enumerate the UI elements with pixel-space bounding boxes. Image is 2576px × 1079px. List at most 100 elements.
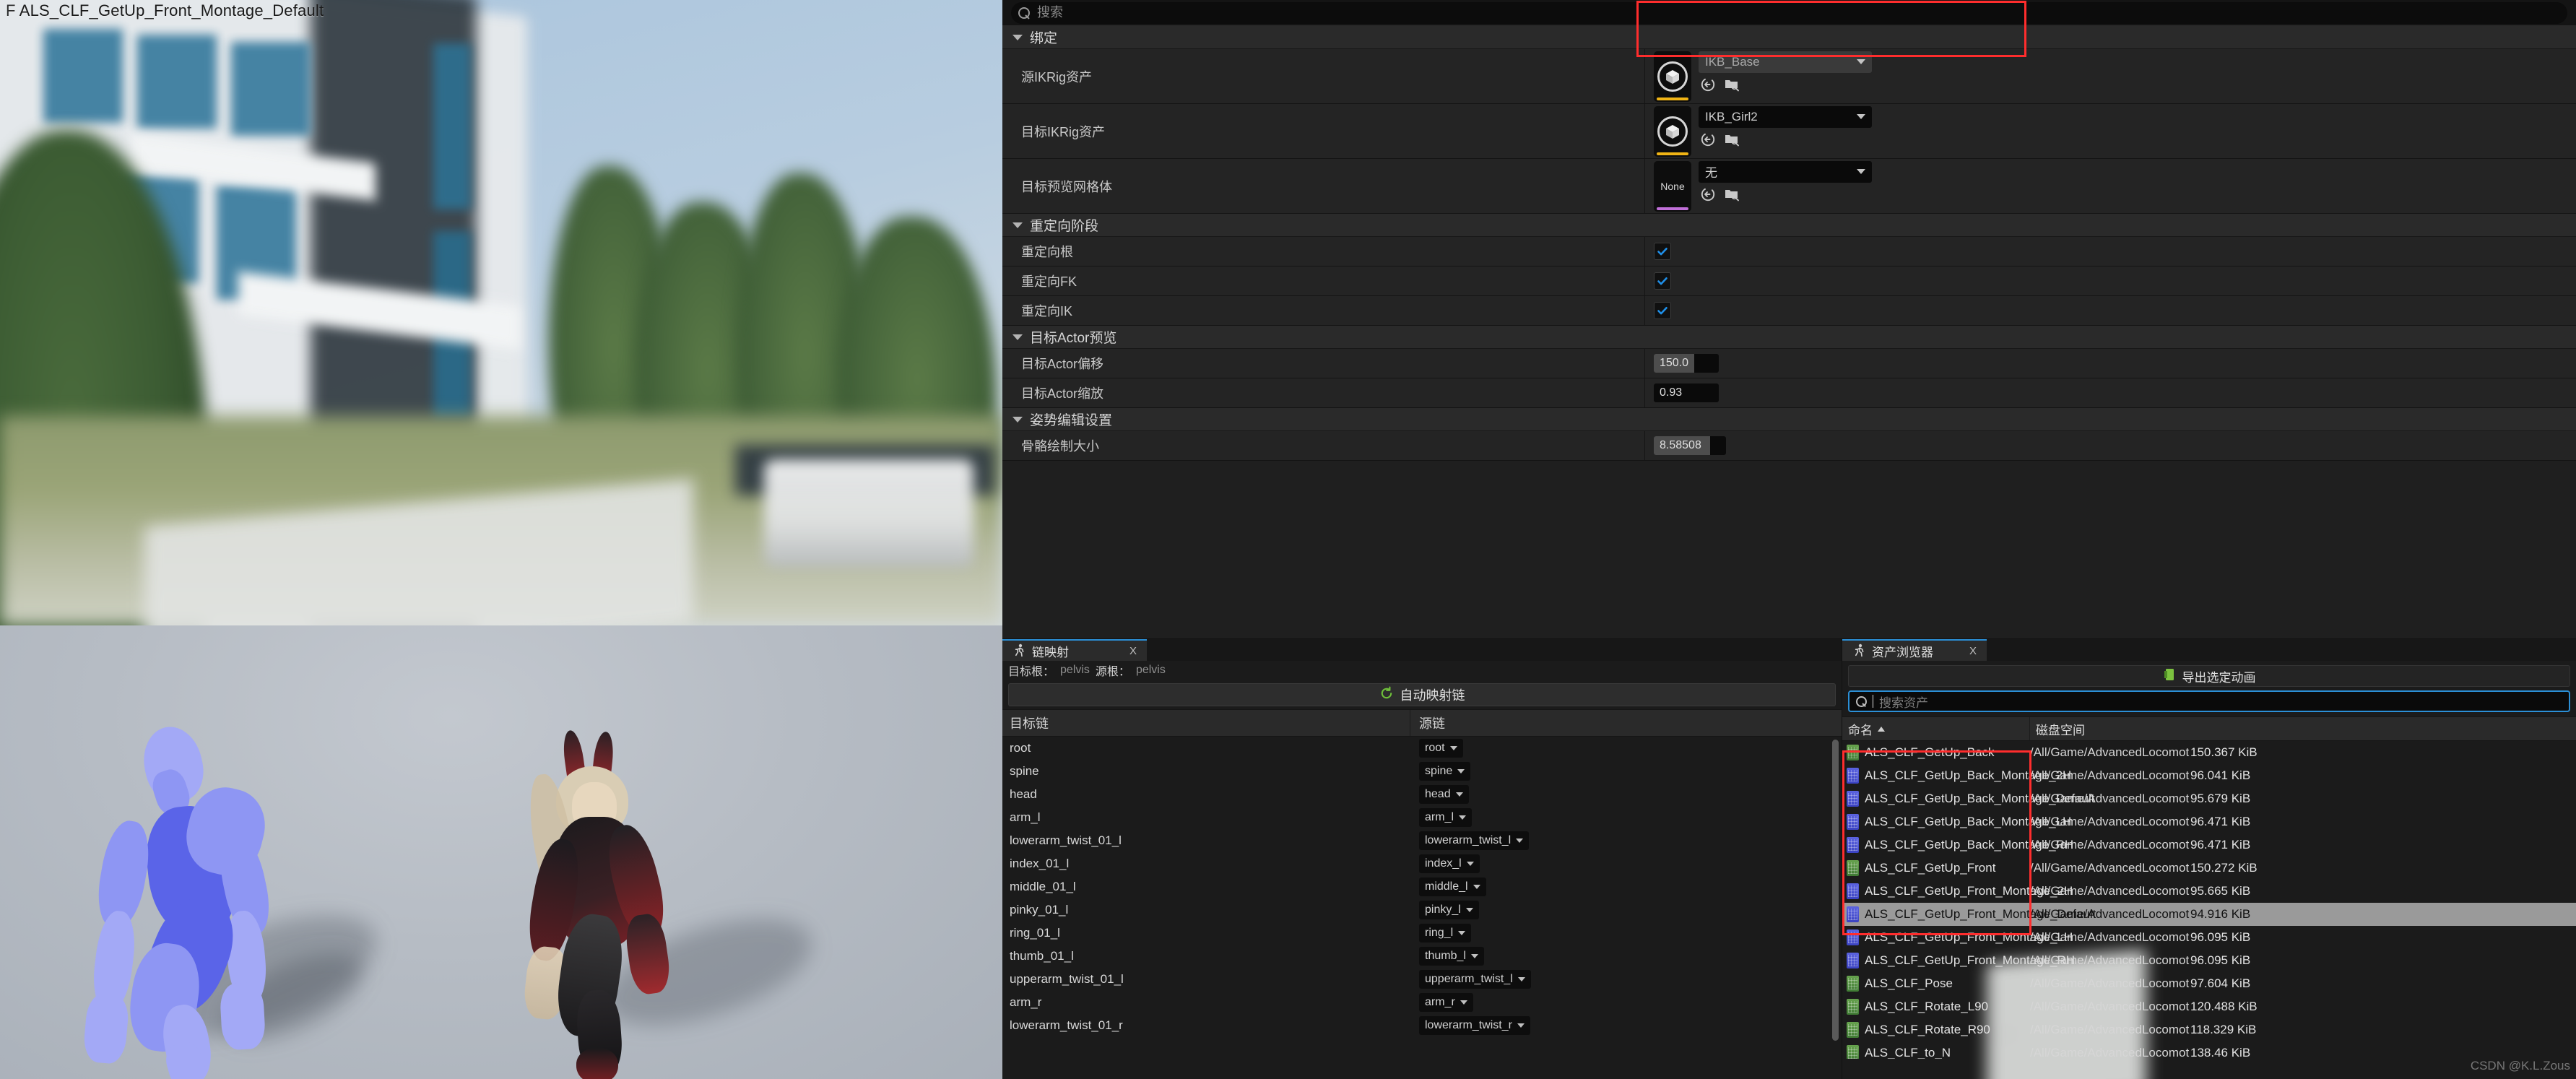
chain-map-row[interactable]: pinky_01_l pinky_l (1002, 898, 1842, 922)
asset-row[interactable]: ALS_CLF_GetUp_Front_Montage_2H/All/Game/… (1842, 880, 2576, 903)
tab-asset-browser[interactable]: 资产浏览器 X (1842, 639, 1987, 661)
asset-thumbnail-source[interactable] (1654, 51, 1691, 102)
checkbox-retarget-ik[interactable] (1654, 302, 1671, 319)
chain-map-row[interactable]: spine spine (1002, 760, 1842, 783)
asset-row[interactable]: ALS_CLF_GetUp_Back_Montage_2H/All/Game/A… (1842, 764, 2576, 787)
use-selected-asset-icon[interactable] (1700, 186, 1716, 202)
asset-row[interactable]: ALS_CLF_GetUp_Back/All/Game/AdvancedLoco… (1842, 741, 2576, 764)
chain-map-row[interactable]: thumb_01_l thumb_l (1002, 945, 1842, 968)
details-search-pill[interactable] (1011, 1, 2567, 24)
chain-target-name: lowerarm_twist_01_r (1010, 1018, 1123, 1032)
property-row-target-actor-offset[interactable]: 目标Actor偏移 150.0 (1002, 349, 2576, 378)
section-header-actor-preview[interactable]: 目标Actor预览 (1002, 326, 2576, 349)
chain-source-dropdown[interactable]: arm_l (1419, 808, 1473, 827)
source-ikrig-dropdown[interactable]: IKB_Base (1699, 51, 1872, 73)
target-preview-mesh-dropdown[interactable]: 无 (1699, 160, 1872, 183)
asset-row[interactable]: ALS_CLF_GetUp_Front_Montage_Default/All/… (1842, 903, 2576, 926)
asset-row[interactable]: ALS_CLF_Rotate_R90/All/Game/AdvancedLoco… (1842, 1018, 2576, 1041)
chain-source-dropdown[interactable]: spine (1419, 762, 1471, 781)
property-row-target-ikrig[interactable]: 目标IKRig资产 IKB_Girl2 (1002, 1, 2576, 159)
close-icon[interactable]: X (1111, 645, 1137, 657)
source-ikrig-actions[interactable] (1699, 77, 1872, 92)
browse-to-asset-icon[interactable] (1724, 77, 1740, 92)
input-bone-draw-size[interactable]: 8.58508 (1654, 436, 1726, 455)
column-header-target-chain[interactable]: 目标链 (1002, 710, 1410, 736)
asset-row[interactable]: ALS_CLF_to_N/All/Game/AdvancedLocomot 138… (1842, 1041, 2576, 1059)
chain-map-row[interactable]: head head (1002, 783, 1842, 806)
section-header-pose-edit[interactable]: 姿势编辑设置 (1002, 408, 2576, 431)
asset-row[interactable]: ALS_CLF_GetUp_Front_Montage_RH/All/Game/… (1842, 949, 2576, 972)
asset-list[interactable]: ALS_CLF_GetUp_Back/All/Game/AdvancedLoco… (1842, 741, 2576, 1059)
chain-map-row[interactable]: lowerarm_twist_01_r lowerarm_twist_r (1002, 1014, 1842, 1037)
asset-thumbnail-preview-mesh[interactable]: None (1654, 160, 1691, 212)
browse-to-asset-icon[interactable] (1724, 186, 1740, 202)
chain-source-dropdown[interactable]: head (1419, 785, 1469, 804)
chain-source-dropdown[interactable]: middle_l (1419, 878, 1486, 896)
chain-map-row[interactable]: root root (1002, 737, 1842, 760)
property-row-source-ikrig[interactable]: 源IKRig资产 IKB_Base (1002, 49, 2576, 104)
chain-source-dropdown[interactable]: index_l (1419, 854, 1480, 873)
chain-source-dropdown[interactable]: lowerarm_twist_r (1419, 1016, 1530, 1035)
chain-target-name: upperarm_twist_01_l (1010, 972, 1124, 986)
chain-source-cell: root (1410, 739, 1842, 758)
chain-mapping-list[interactable]: root root spine spine head head arm_l arm_l lowe… (1002, 737, 1842, 1056)
asset-picker-target-preview-mesh[interactable]: None 无 (1654, 155, 1872, 217)
chain-source-dropdown[interactable]: pinky_l (1419, 901, 1479, 919)
use-selected-asset-icon[interactable] (1700, 131, 1716, 147)
browse-to-asset-icon[interactable] (1724, 131, 1740, 147)
tab-chain-mapping[interactable]: 链映射 X (1002, 639, 1147, 661)
property-row-retarget-root[interactable]: 重定向根 (1002, 237, 2576, 266)
asset-search-box[interactable]: 搜索资产 (1848, 690, 2570, 712)
asset-row[interactable]: ALS_CLF_GetUp_Back_Montage_LH/All/Game/A… (1842, 810, 2576, 833)
asset-picker-source-ikrig[interactable]: IKB_Base (1654, 46, 1872, 108)
column-header-source-chain[interactable]: 源链 (1410, 710, 1842, 736)
column-header-name[interactable]: 命名 (1842, 717, 2030, 740)
chain-source-dropdown[interactable]: root (1419, 739, 1463, 758)
asset-row[interactable]: ALS_CLF_Pose/All/Game/AdvancedLocomot 97.… (1842, 972, 2576, 995)
chain-map-row[interactable]: middle_01_l middle_l (1002, 875, 1842, 898)
target-preview-mesh-actions[interactable] (1699, 186, 1872, 202)
asset-thumbnail-target[interactable] (1654, 105, 1691, 157)
use-selected-asset-icon[interactable] (1700, 77, 1716, 92)
chain-list-scrollbar[interactable] (1832, 740, 1839, 1053)
target-ikrig-actions[interactable] (1699, 131, 1872, 147)
chain-source-dropdown[interactable]: thumb_l (1419, 947, 1484, 966)
chain-source-dropdown[interactable]: ring_l (1419, 924, 1472, 942)
asset-row[interactable]: ALS_CLF_GetUp_Front_Montage_LH/All/Game/… (1842, 926, 2576, 949)
property-label-target-actor-offset: 目标Actor偏移 (1002, 349, 1645, 378)
chain-map-row[interactable]: upperarm_twist_01_l upperarm_twist_l (1002, 968, 1842, 991)
chain-source-dropdown[interactable]: lowerarm_twist_l (1419, 831, 1530, 850)
checkbox-retarget-fk[interactable] (1654, 272, 1671, 290)
close-icon[interactable]: X (1951, 645, 1977, 657)
chain-source-dropdown[interactable]: upperarm_twist_l (1419, 970, 1531, 989)
target-ikrig-dropdown[interactable]: IKB_Girl2 (1699, 105, 1872, 128)
input-target-actor-scale[interactable]: 0.93 (1654, 384, 1719, 402)
asset-row[interactable]: ALS_CLF_GetUp_Back_Montage_Default/All/G… (1842, 787, 2576, 810)
column-header-disk-size[interactable]: 磁盘空间 (2030, 717, 2576, 740)
export-selected-animations-button[interactable]: 导出选定动画 (1848, 665, 2570, 687)
viewport-3d-scene[interactable] (0, 625, 1002, 1079)
asset-row[interactable]: ALS_CLF_Rotate_L90/All/Game/AdvancedLoco… (1842, 995, 2576, 1018)
mannequin-hand-left (82, 992, 131, 1065)
section-header-phases[interactable]: 重定向阶段 (1002, 214, 2576, 237)
chain-map-row[interactable]: arm_r arm_r (1002, 991, 1842, 1014)
property-row-target-actor-scale[interactable]: 目标Actor缩放 0.93 (1002, 378, 2576, 408)
checkbox-retarget-root[interactable] (1654, 243, 1671, 260)
chain-map-row[interactable]: ring_01_l ring_l (1002, 922, 1842, 945)
details-search-input[interactable] (1037, 5, 2560, 20)
chain-map-row[interactable]: arm_l arm_l (1002, 806, 1842, 829)
asset-row[interactable]: ALS_CLF_GetUp_Back_Montage_RH/All/Game/A… (1842, 833, 2576, 857)
chain-map-row[interactable]: index_01_l index_l (1002, 852, 1842, 875)
asset-row[interactable]: ALS_CLF_GetUp_Front/All/Game/AdvancedLoc… (1842, 857, 2576, 880)
property-row-target-preview-mesh[interactable]: 目标预览网格体 None 无 (1002, 159, 2576, 214)
input-target-actor-offset[interactable]: 150.0 (1654, 354, 1719, 373)
viewport[interactable]: F ALS_CLF_GetUp_Front_Montage_Default (0, 0, 1002, 1079)
property-row-retarget-fk[interactable]: 重定向FK (1002, 266, 2576, 296)
asset-picker-target-ikrig[interactable]: IKB_Girl2 (1654, 100, 1872, 162)
property-row-retarget-ik[interactable]: 重定向IK (1002, 296, 2576, 326)
chain-map-row[interactable]: lowerarm_twist_01_l lowerarm_twist_l (1002, 829, 1842, 852)
auto-map-chains-button[interactable]: 自动映射链 (1008, 683, 1836, 706)
chain-source-dropdown[interactable]: arm_r (1419, 993, 1473, 1012)
scrollbar-thumb[interactable] (1832, 740, 1839, 1041)
property-row-bone-draw-size[interactable]: 骨骼绘制大小 8.58508 (1002, 431, 2576, 461)
